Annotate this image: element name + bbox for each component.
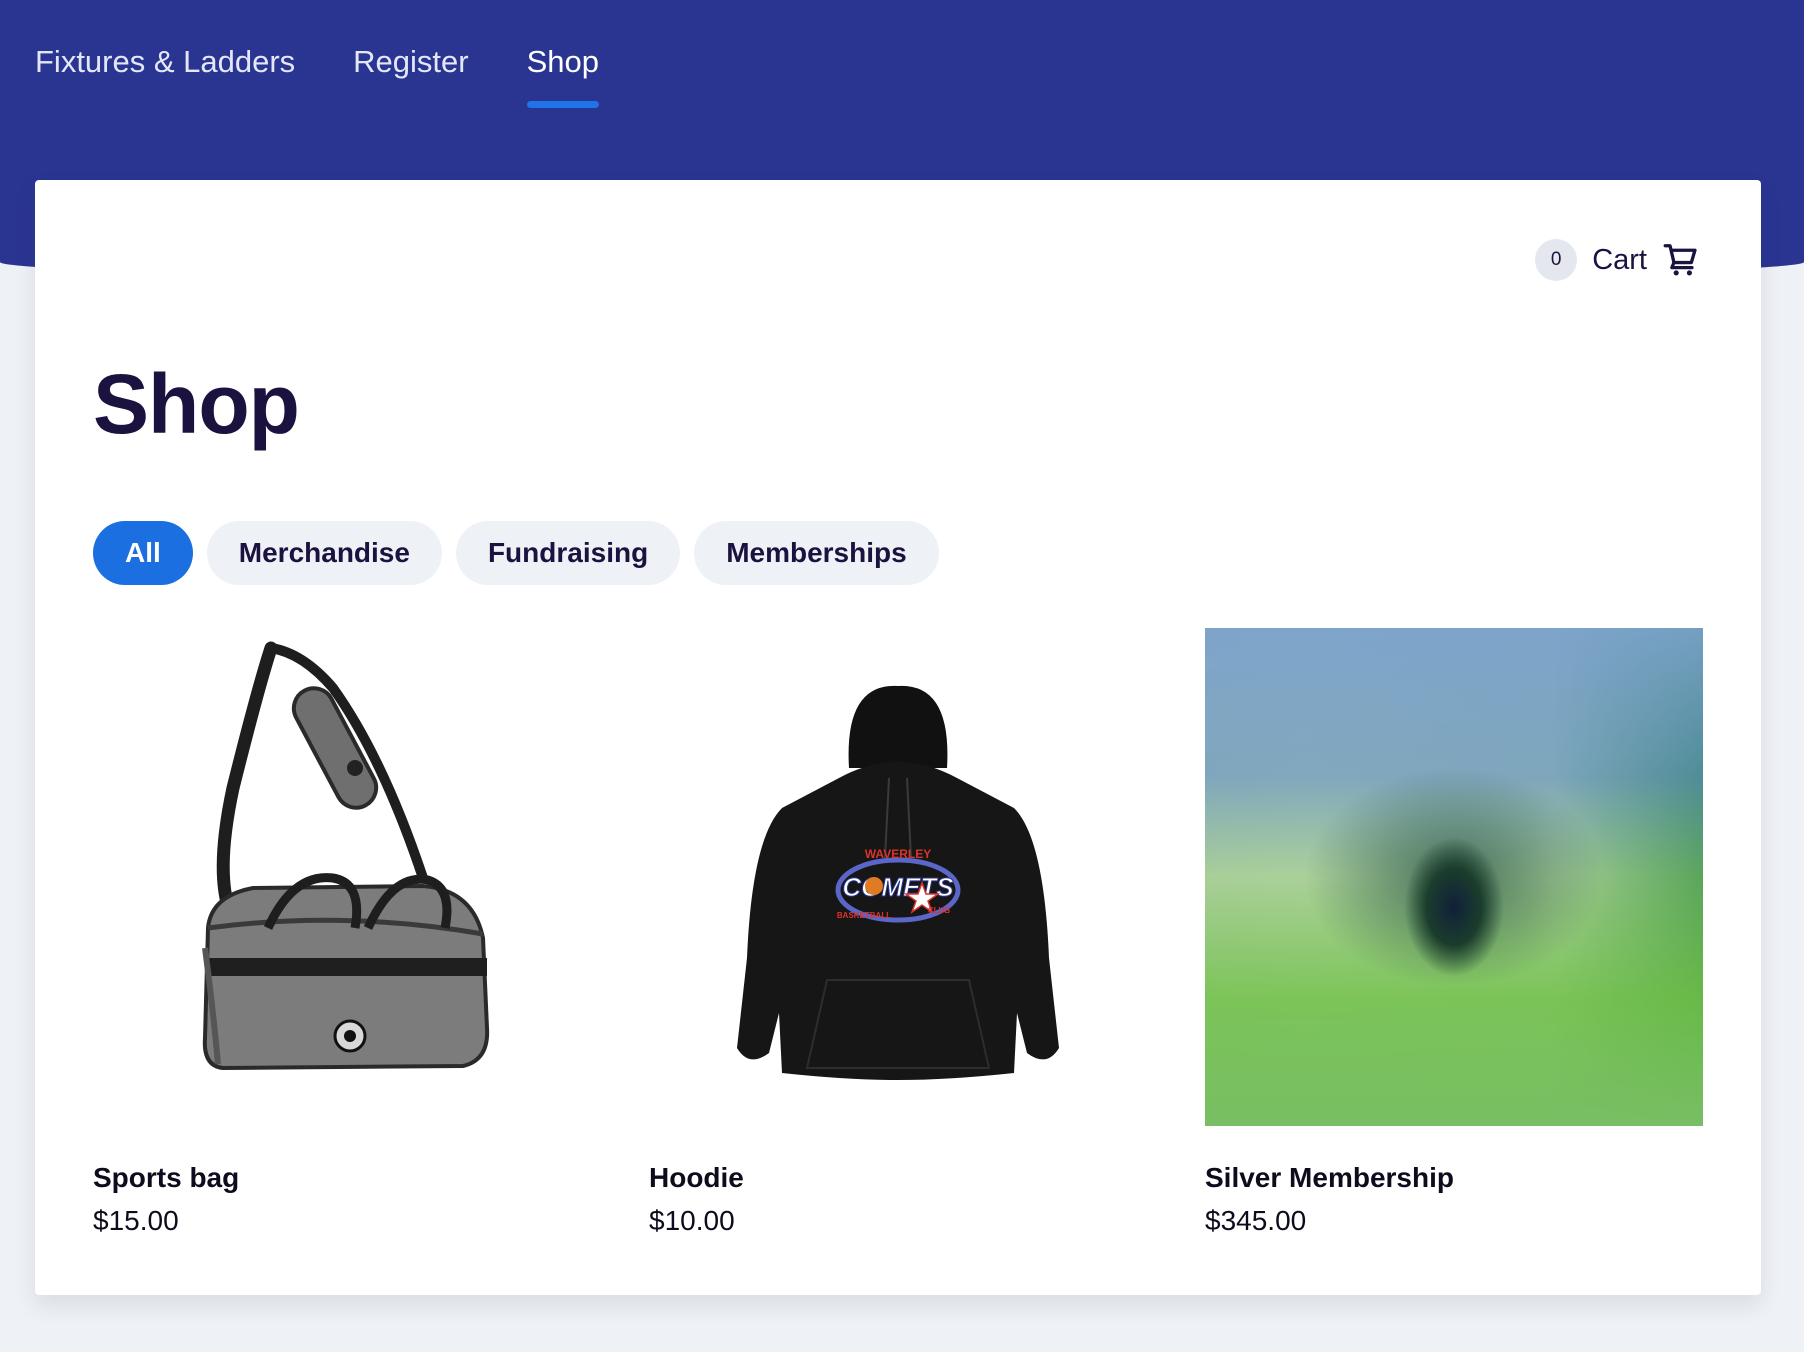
hoodie-print-bottom-left: BASKETBALL	[837, 911, 891, 920]
product-name[interactable]: Silver Membership	[1205, 1162, 1454, 1194]
hoodie-print-bottom-right: CLUB	[928, 906, 950, 915]
shop-card: 0 Cart Shop All Merchandise Fundraising …	[35, 180, 1761, 1295]
page-title: Shop	[93, 357, 300, 451]
shopping-cart-icon	[1663, 244, 1697, 276]
product-card-silver-membership[interactable]: Silver Membership $345.00	[1205, 628, 1703, 1236]
product-price: $10.00	[649, 1205, 735, 1236]
product-name[interactable]: Sports bag	[93, 1162, 239, 1194]
product-image[interactable]: WAVERLEY COMETS BASKETBALL CLUB	[649, 628, 1147, 1126]
product-price: $15.00	[93, 1205, 179, 1236]
filter-chip-memberships[interactable]: Memberships	[694, 521, 939, 585]
sports-bag-image	[202, 641, 490, 1071]
cart-button[interactable]: 0 Cart	[1535, 239, 1699, 281]
cart-count-badge: 0	[1535, 239, 1578, 281]
product-image[interactable]	[1205, 628, 1703, 1126]
hoodie-print-top: WAVERLEY	[865, 847, 931, 861]
product-image[interactable]	[93, 628, 591, 1126]
filter-chip-merchandise[interactable]: Merchandise	[206, 521, 442, 585]
product-card-sports-bag[interactable]: Sports bag $15.00	[93, 628, 591, 1236]
abstract-gradient-image	[1205, 628, 1703, 1126]
product-name[interactable]: Hoodie	[649, 1162, 744, 1194]
nav-item-shop[interactable]: Shop	[526, 0, 600, 110]
product-card-hoodie[interactable]: WAVERLEY COMETS BASKETBALL CLUB Hoodie $…	[649, 628, 1147, 1236]
category-filters: All Merchandise Fundraising Memberships	[93, 521, 939, 585]
nav-item-register[interactable]: Register	[353, 0, 468, 110]
filter-chip-fundraising[interactable]: Fundraising	[455, 521, 681, 585]
hoodie-image: WAVERLEY COMETS BASKETBALL CLUB	[737, 685, 1059, 1080]
filter-chip-all[interactable]: All	[93, 521, 193, 585]
nav-item-fixtures-ladders[interactable]: Fixtures & Ladders	[35, 0, 295, 110]
product-price: $345.00	[1205, 1205, 1307, 1236]
hoodie-print-main: COMETS	[842, 872, 954, 902]
cart-label: Cart	[1592, 243, 1647, 276]
main-nav: Fixtures & Ladders Register Shop	[35, 0, 600, 110]
